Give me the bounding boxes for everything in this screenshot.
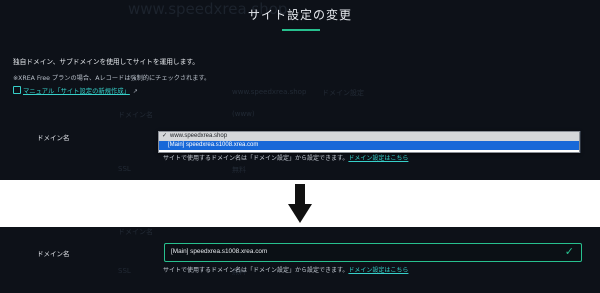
domain-input[interactable]: [Main] speedxrea.s1008.xrea.com ✓ [164,243,582,262]
background-ghost-text: SSL [118,165,131,173]
dropdown-option-label: www.speedxrea.shop [170,133,228,139]
title-underline [282,29,320,31]
external-link-icon: ↗ [132,88,138,95]
domain-help-text: サイトで使用するドメイン名は「ドメイン設定」から設定できます。ドメイン設定はこち… [163,153,408,162]
check-icon: ✓ [162,133,168,139]
help-text-label: サイトで使用するドメイン名は「ドメイン設定」から設定できます。 [163,155,349,162]
top-screenshot-panel: www.speedxrea.shop www.speedxrea.shop ドメ… [0,0,600,180]
result-field-label: ドメイン名 [37,250,70,258]
intro-text: 独自ドメイン、サブドメインを使用してサイトを運用します。 [13,58,199,66]
background-ghost-text: SSL [118,267,131,275]
dropdown-option-highlighted[interactable]: [Main] speedxrea.s1008.xrea.com [159,141,579,150]
background-ghost-text: (www) [232,110,255,118]
background-ghost-text: ドメイン設定 [322,89,364,97]
help-text-label: サイトで使用するドメイン名は「ドメイン設定」から設定できます。 [163,267,349,274]
domain-settings-link[interactable]: ドメイン設定はこちら [348,267,408,274]
manual-link[interactable]: マニュアル「サイト設定の新規作成」 ↗ [13,86,138,95]
background-ghost-text: ドメイン名 [118,228,153,236]
domain-dropdown-menu[interactable]: ✓ www.speedxrea.shop [Main] speedxrea.s10… [158,131,580,153]
book-icon [13,86,21,94]
down-arrow-icon [288,184,312,223]
free-plan-note: ※XREA Free プランの場合、Aレコードは強制的にチェックされます。 [13,75,211,82]
background-ghost-text: ドメイン名 [118,111,153,119]
result-help-text: サイトで使用するドメイン名は「ドメイン設定」から設定できます。ドメイン設定はこち… [163,265,408,274]
domain-field-label: ドメイン名 [37,134,70,142]
check-icon: ✓ [564,245,574,258]
manual-link-label: マニュアル「サイト設定の新規作成」 [23,88,130,95]
background-ghost-text: 無料 [232,166,246,174]
page-title: サイト設定の変更 [247,8,352,22]
domain-settings-link[interactable]: ドメイン設定はこちら [348,155,408,162]
background-ghost-text: www.speedxrea.shop [232,88,307,96]
domain-input-value: [Main] speedxrea.s1008.xrea.com [171,248,268,255]
dropdown-option-current[interactable]: ✓ www.speedxrea.shop [159,132,579,141]
